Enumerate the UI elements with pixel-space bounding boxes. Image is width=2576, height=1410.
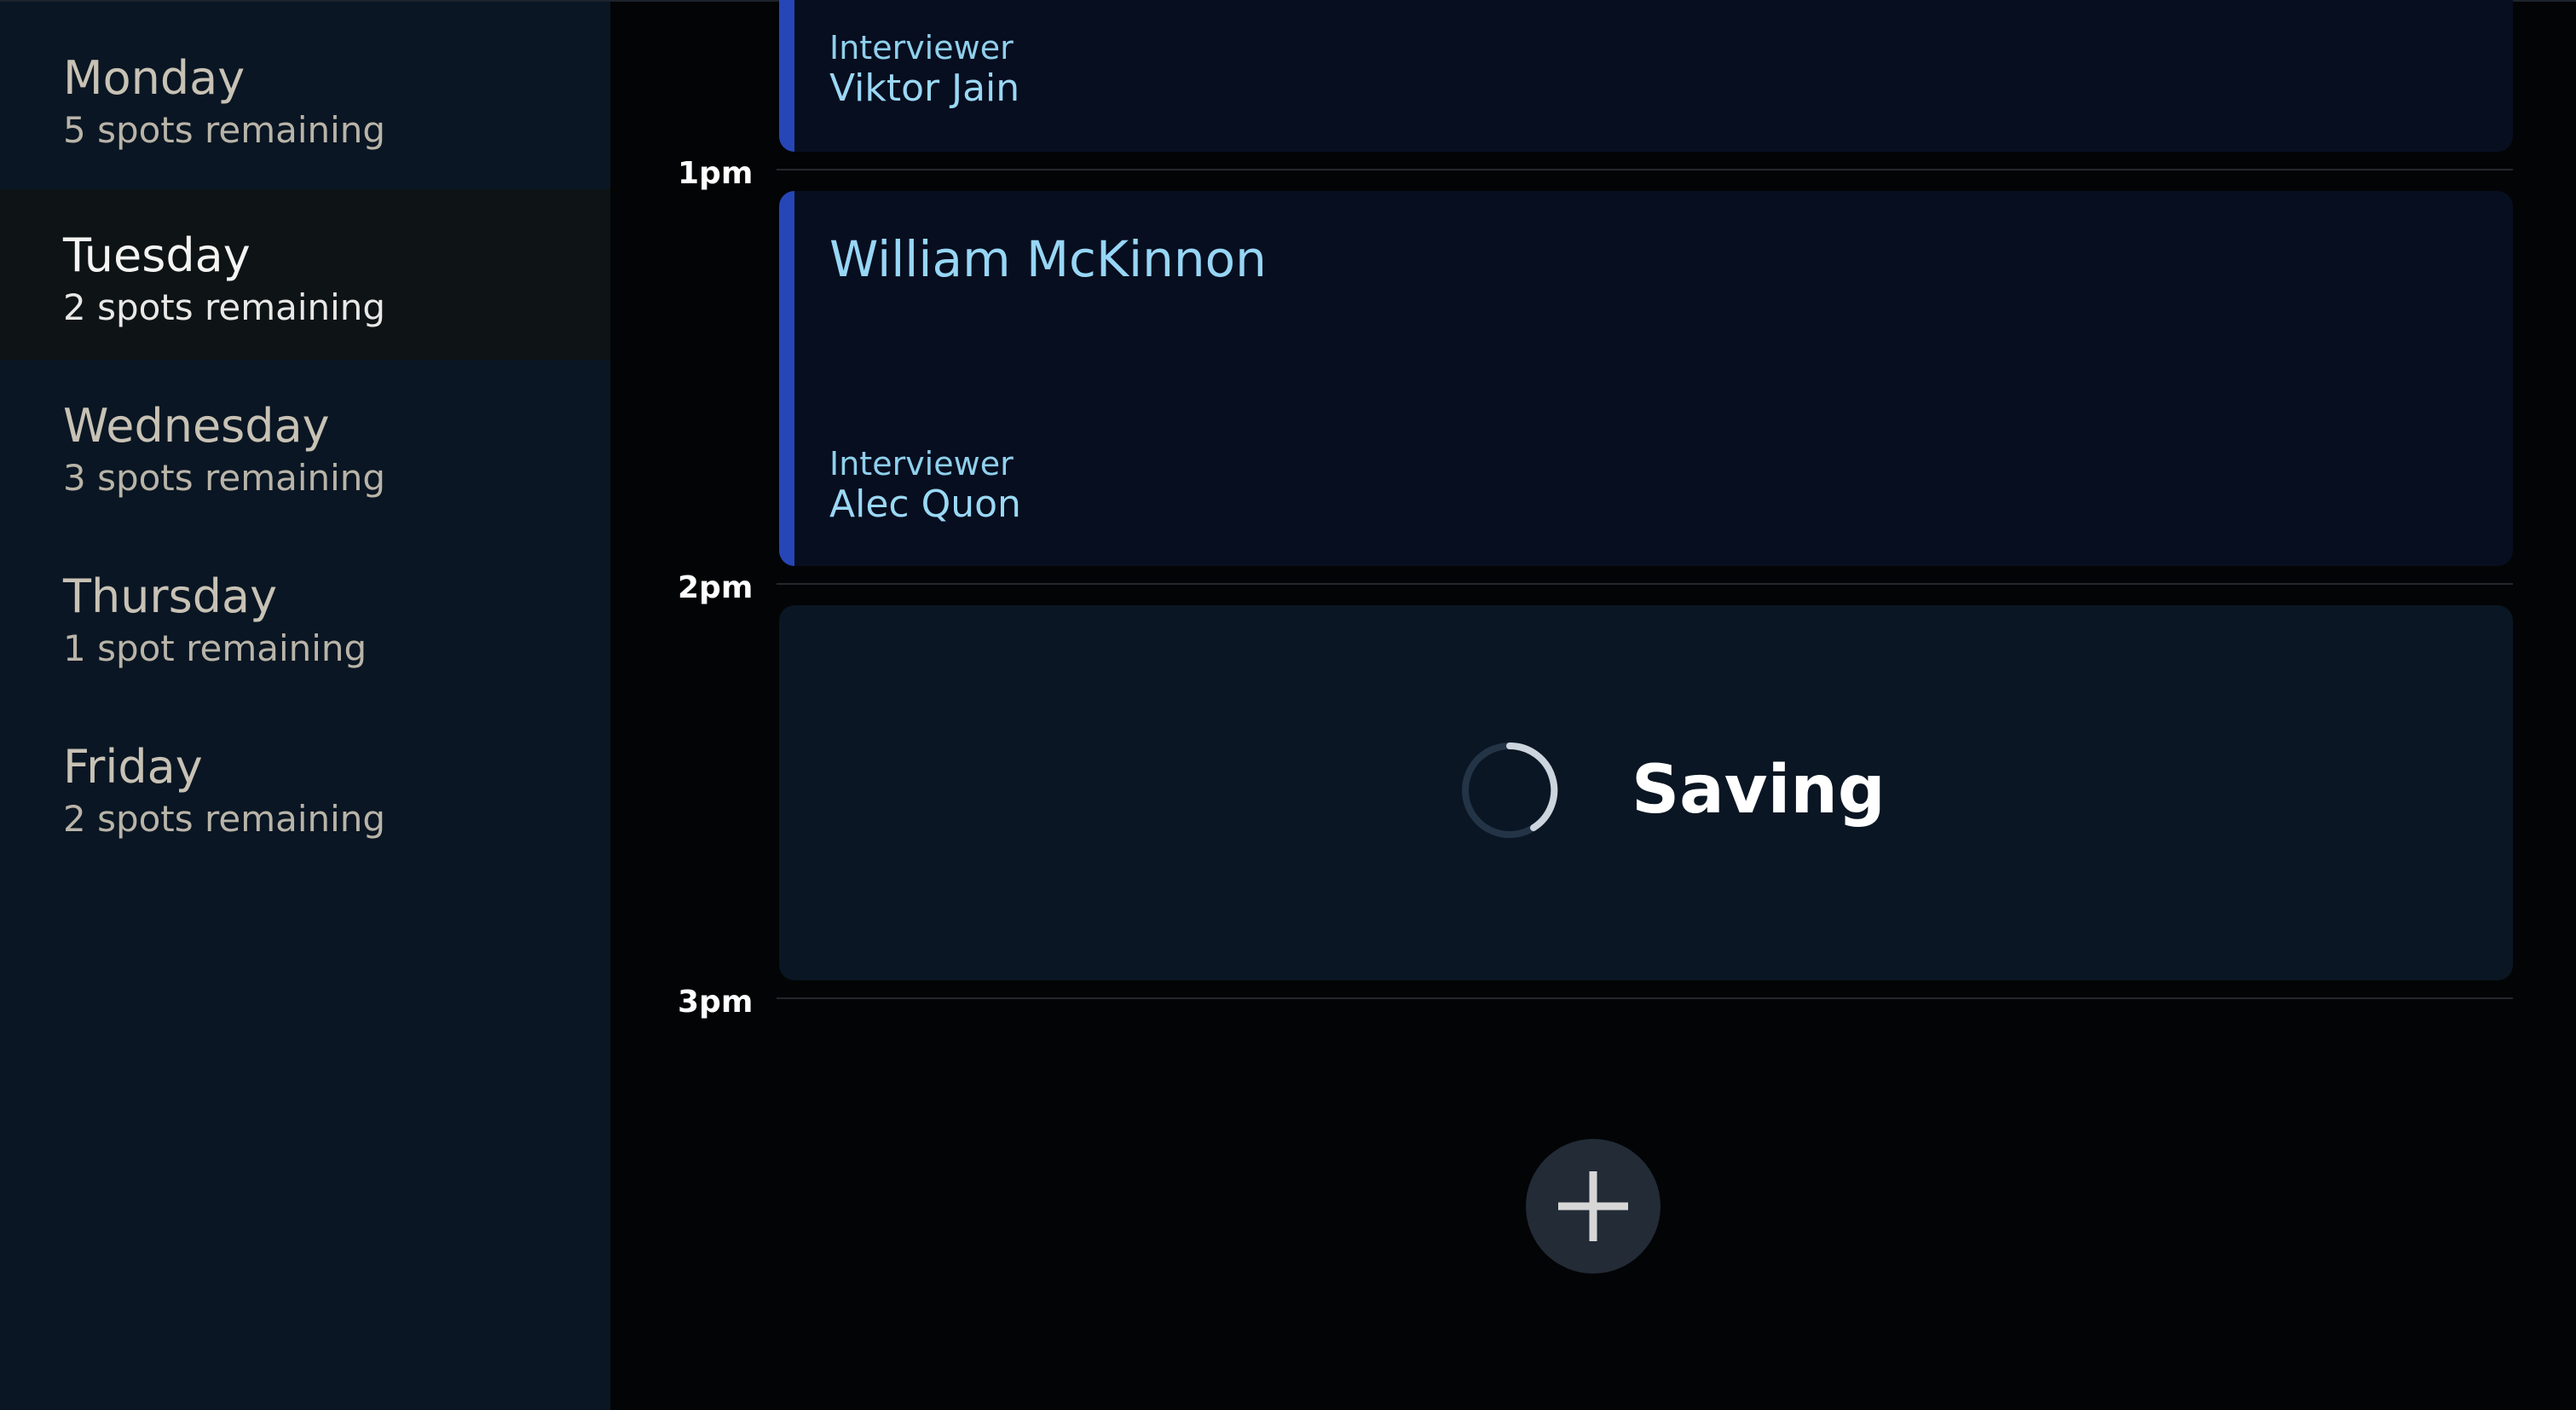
day-item-tuesday[interactable]: Tuesday 2 spots remaining bbox=[0, 189, 610, 360]
add-appointment-button[interactable] bbox=[1526, 1139, 1661, 1274]
spots-remaining: 5 spots remaining bbox=[63, 109, 386, 151]
interviewer-name: Viktor Jain bbox=[829, 66, 1020, 110]
day-item-monday[interactable]: Monday 5 spots remaining bbox=[0, 2, 610, 172]
plus-icon bbox=[1558, 1171, 1628, 1241]
appointment-accent-bar bbox=[779, 191, 794, 566]
spinner-icon bbox=[1462, 742, 1558, 838]
day-name: Friday bbox=[63, 740, 203, 794]
hour-divider bbox=[777, 169, 2513, 170]
day-item-wednesday[interactable]: Wednesday 3 spots remaining bbox=[0, 360, 610, 530]
appointment-card[interactable]: Interviewer Viktor Jain bbox=[779, 0, 2513, 152]
day-name: Wednesday bbox=[63, 399, 330, 453]
interview-scheduler: Monday 5 spots remaining Tuesday 2 spots… bbox=[0, 0, 2576, 1410]
interviewer-name: Alec Quon bbox=[829, 483, 1021, 526]
interviewer-label: Interviewer bbox=[829, 445, 1014, 483]
day-name: Monday bbox=[63, 51, 245, 105]
interviewer-label: Interviewer bbox=[829, 29, 1014, 66]
day-list-sidebar: Monday 5 spots remaining Tuesday 2 spots… bbox=[0, 2, 610, 1410]
appointment-card[interactable]: William McKinnon Interviewer Alec Quon bbox=[779, 191, 2513, 566]
day-item-friday[interactable]: Friday 2 spots remaining bbox=[0, 701, 610, 871]
day-item-thursday[interactable]: Thursday 1 spot remaining bbox=[0, 530, 610, 701]
hour-divider bbox=[777, 583, 2513, 585]
appointment-accent-bar bbox=[779, 0, 794, 152]
day-name: Tuesday bbox=[63, 228, 251, 282]
time-label-1pm: 1pm bbox=[678, 156, 754, 191]
student-name: William McKinnon bbox=[829, 230, 1267, 288]
hour-divider bbox=[777, 997, 2513, 999]
spots-remaining: 2 spots remaining bbox=[63, 798, 386, 840]
spots-remaining: 1 spot remaining bbox=[63, 627, 367, 669]
time-label-3pm: 3pm bbox=[678, 985, 754, 1020]
spots-remaining: 2 spots remaining bbox=[63, 286, 386, 328]
time-label-2pm: 2pm bbox=[678, 570, 754, 605]
day-name: Thursday bbox=[63, 569, 278, 623]
saving-status-text: Saving bbox=[1632, 752, 1886, 829]
spots-remaining: 3 spots remaining bbox=[63, 457, 386, 499]
